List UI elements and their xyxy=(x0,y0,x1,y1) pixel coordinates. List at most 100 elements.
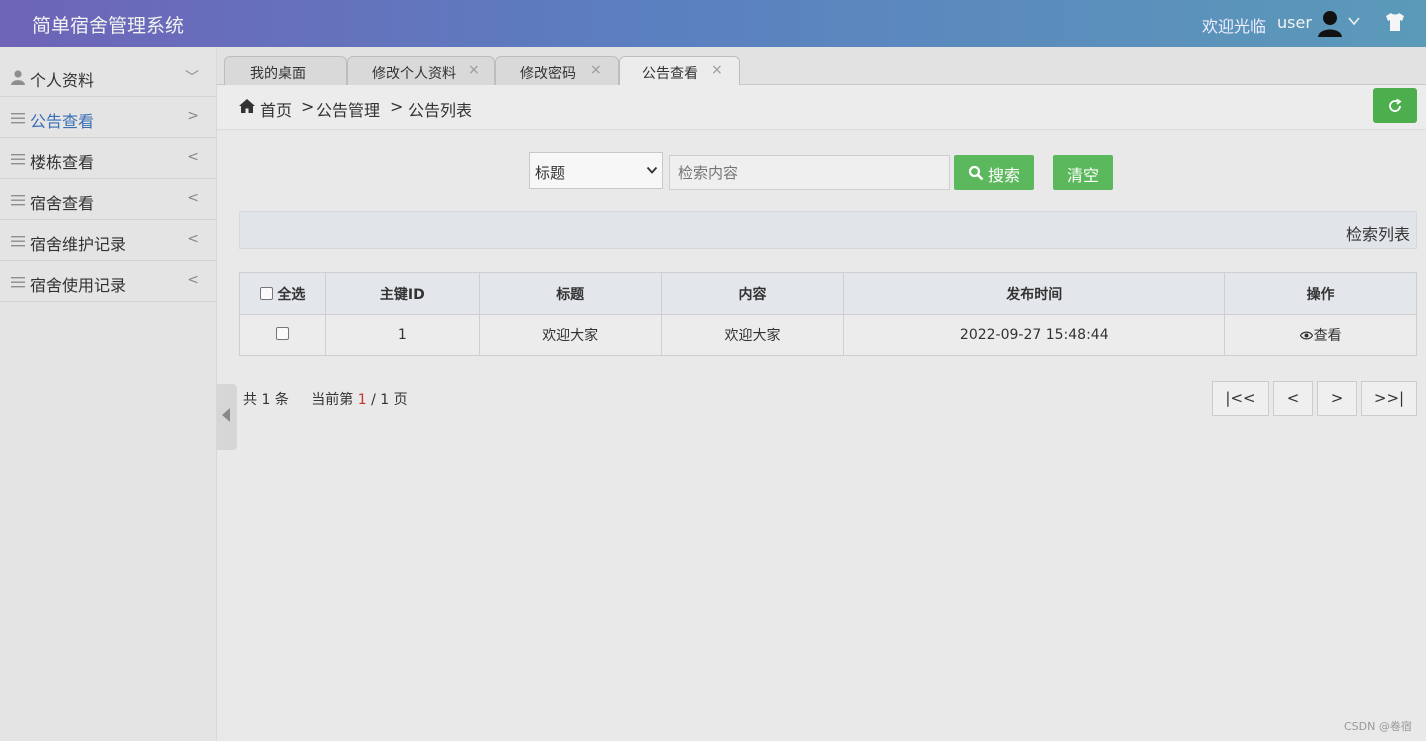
search-button-label: 搜索 xyxy=(988,166,1021,185)
list-icon xyxy=(11,113,25,124)
home-icon xyxy=(239,99,255,113)
column-header: 操作 xyxy=(1224,272,1417,315)
tab-label: 修改密码 xyxy=(520,66,576,82)
next-page-button[interactable]: > xyxy=(1317,381,1357,416)
notice-table: 全选 主键ID 标题 内容 发布时间 操作 1 欢迎大家 欢迎大家 2022-0… xyxy=(239,272,1417,356)
breadcrumb-separator: > xyxy=(301,97,315,116)
column-header: 全选 xyxy=(277,286,306,303)
tab-label: 我的桌面 xyxy=(250,66,306,82)
page-count: / 1 页 xyxy=(371,392,408,408)
search-icon xyxy=(968,165,984,181)
chevron-left-icon: < xyxy=(187,231,199,247)
watermark: CSDN @卷宿 xyxy=(1344,720,1412,733)
main-content: 标题 搜索 清空 检索列表 全选 主键ID 标题 内容 发布时间 xyxy=(217,131,1426,741)
welcome-text: 欢迎光临 xyxy=(1202,17,1267,36)
user-icon xyxy=(11,70,25,85)
chevron-left-icon: < xyxy=(187,190,199,206)
sidebar-collapse-handle[interactable] xyxy=(217,384,237,450)
sidebar-item-label: 宿舍维护记录 xyxy=(30,235,127,254)
tab-change-password[interactable]: 修改密码 × xyxy=(495,56,619,85)
sidebar-item-label: 楼栋查看 xyxy=(30,153,95,172)
sidebar-item-label: 个人资料 xyxy=(30,71,95,90)
total-count: 1 xyxy=(261,392,271,408)
last-page-button[interactable]: >>| xyxy=(1361,381,1417,416)
breadcrumb-notice-management[interactable]: 公告管理 xyxy=(316,97,380,121)
sidebar-item-label: 公告查看 xyxy=(30,112,95,131)
row-checkbox[interactable] xyxy=(275,327,289,340)
chevron-down-icon[interactable] xyxy=(1347,14,1361,28)
current-prefix: 当前第 xyxy=(311,392,354,408)
view-link[interactable]: 查看 xyxy=(1299,328,1342,344)
close-icon[interactable]: × xyxy=(711,62,723,78)
cell-title: 欢迎大家 xyxy=(478,314,662,356)
search-field-select[interactable]: 标题 xyxy=(529,152,663,189)
tab-notice[interactable]: 公告查看 × xyxy=(619,56,740,86)
refresh-button[interactable] xyxy=(1373,88,1417,123)
first-page-button[interactable]: |<< xyxy=(1212,381,1269,416)
pagination-info: 共 1 条 当前第 1 / 1 页 xyxy=(243,389,408,409)
chevron-down-icon: ﹀ xyxy=(185,70,199,86)
total-suffix: 条 xyxy=(274,392,289,408)
sidebar-item-dorm[interactable]: 宿舍查看 < xyxy=(0,180,217,220)
breadcrumb-notice-list: 公告列表 xyxy=(408,101,473,120)
tab-edit-profile[interactable]: 修改个人资料 × xyxy=(347,56,495,85)
view-link-label: 查看 xyxy=(1313,328,1342,344)
prev-page-button[interactable]: < xyxy=(1273,381,1313,416)
tab-label: 公告查看 xyxy=(642,66,698,82)
chevron-right-icon: > xyxy=(187,108,199,124)
shirt-icon[interactable] xyxy=(1384,12,1406,32)
sidebar-item-label: 宿舍使用记录 xyxy=(30,276,127,295)
close-icon[interactable]: × xyxy=(590,62,602,78)
sidebar-item-profile[interactable]: 个人资料 ﹀ xyxy=(0,57,217,97)
user-icon[interactable] xyxy=(1316,9,1344,37)
list-icon xyxy=(11,236,25,247)
total-prefix: 共 xyxy=(243,392,257,408)
select-all-checkbox[interactable] xyxy=(259,286,273,300)
column-header: 发布时间 xyxy=(843,272,1226,315)
breadcrumb-separator: > xyxy=(390,97,404,116)
tab-desktop[interactable]: 我的桌面 xyxy=(224,56,347,85)
clear-button[interactable]: 清空 xyxy=(1053,155,1113,190)
cell-id: 1 xyxy=(324,314,480,356)
chevron-left-icon: < xyxy=(187,149,199,165)
eye-icon xyxy=(1299,331,1313,340)
tab-bar: 我的桌面 修改个人资料 × 修改密码 × 公告查看 × xyxy=(217,47,1426,86)
list-icon xyxy=(11,154,25,165)
refresh-icon xyxy=(1389,98,1402,112)
cell-action: 查看 xyxy=(1224,314,1417,356)
list-icon xyxy=(11,277,25,288)
chevron-down-icon xyxy=(646,166,658,174)
top-header: 简单宿舍管理系统 欢迎光临 user xyxy=(0,0,1426,47)
sidebar-item-notice[interactable]: 公告查看 > xyxy=(0,98,217,138)
current-page: 1 xyxy=(357,392,367,408)
sidebar-item-maintenance[interactable]: 宿舍维护记录 < xyxy=(0,221,217,261)
app-title: 简单宿舍管理系统 xyxy=(32,15,185,37)
select-all-header[interactable]: 全选 xyxy=(239,272,326,315)
close-icon[interactable]: × xyxy=(468,62,480,78)
search-button[interactable]: 搜索 xyxy=(954,155,1034,190)
breadcrumb: 首页 > 公告管理 > 公告列表 xyxy=(217,85,1426,130)
search-input[interactable] xyxy=(669,155,950,190)
clear-button-label: 清空 xyxy=(1067,166,1100,185)
tab-label: 修改个人资料 xyxy=(372,66,456,82)
column-header: 标题 xyxy=(478,272,662,315)
column-header: 内容 xyxy=(660,272,845,315)
list-header-bar: 检索列表 xyxy=(239,211,1417,249)
sidebar-item-usage[interactable]: 宿舍使用记录 < xyxy=(0,262,217,302)
column-header: 主键ID xyxy=(324,272,480,315)
row-select-cell xyxy=(239,314,326,356)
sidebar-item-building[interactable]: 楼栋查看 < xyxy=(0,139,217,179)
sidebar: 个人资料 ﹀ 公告查看 > 楼栋查看 < 宿舍查看 < 宿舍维护记录 < 宿舍使… xyxy=(0,47,217,741)
search-field-value: 标题 xyxy=(535,164,566,182)
collapse-arrow-icon xyxy=(222,408,230,422)
cell-time: 2022-09-27 15:48:44 xyxy=(843,314,1226,356)
table-row: 1 欢迎大家 欢迎大家 2022-09-27 15:48:44 查看 xyxy=(239,314,1417,356)
breadcrumb-home[interactable]: 首页 xyxy=(260,97,292,121)
list-title: 检索列表 xyxy=(1345,225,1410,244)
list-icon xyxy=(11,195,25,206)
username[interactable]: user xyxy=(1277,13,1312,32)
cell-content: 欢迎大家 xyxy=(660,314,845,356)
chevron-left-icon: < xyxy=(187,272,199,288)
sidebar-item-label: 宿舍查看 xyxy=(30,194,95,213)
table-header-row: 全选 主键ID 标题 内容 发布时间 操作 xyxy=(239,272,1417,315)
